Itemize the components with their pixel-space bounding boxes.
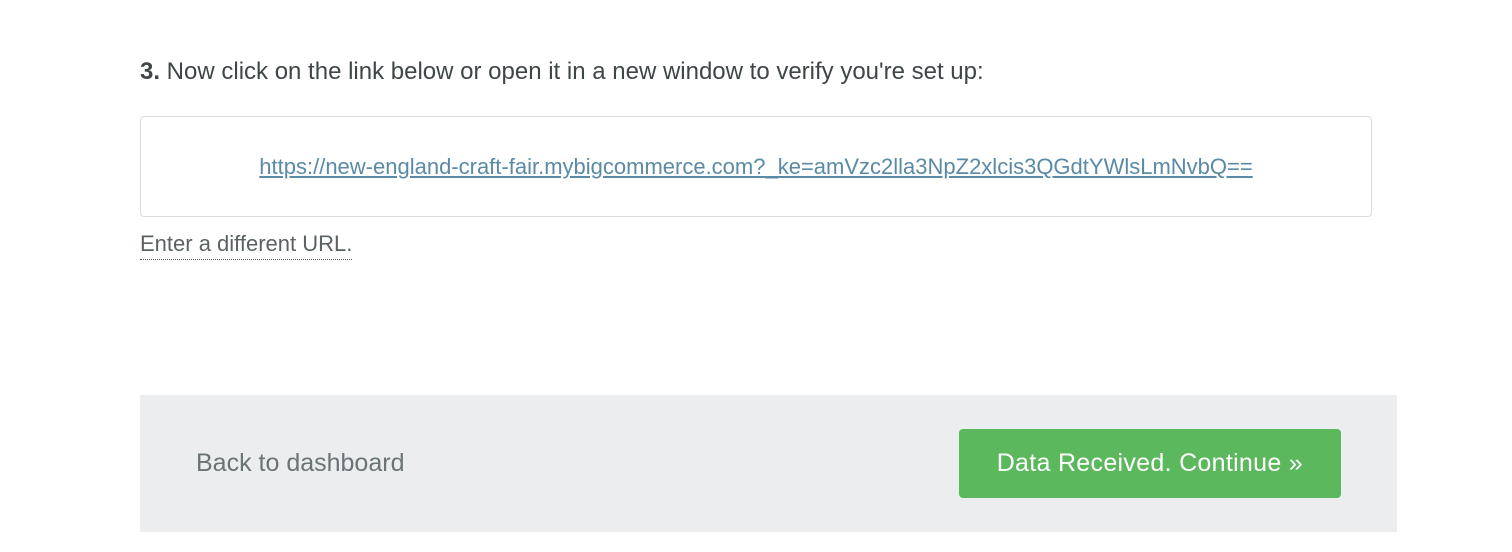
- enter-different-url-link[interactable]: Enter a different URL.: [140, 231, 352, 260]
- setup-step-content: 3. Now click on the link below or open i…: [0, 0, 1512, 260]
- verification-url-link[interactable]: https://new-england-craft-fair.mybigcomm…: [259, 154, 1252, 179]
- continue-button[interactable]: Data Received. Continue »: [959, 429, 1341, 498]
- back-to-dashboard-link[interactable]: Back to dashboard: [196, 449, 404, 478]
- verification-url-box: https://new-england-craft-fair.mybigcomm…: [140, 116, 1372, 217]
- footer-bar: Back to dashboard Data Received. Continu…: [140, 395, 1397, 532]
- step-text: Now click on the link below or open it i…: [160, 58, 984, 85]
- step-instruction: 3. Now click on the link below or open i…: [140, 58, 1372, 86]
- step-number: 3.: [140, 58, 160, 85]
